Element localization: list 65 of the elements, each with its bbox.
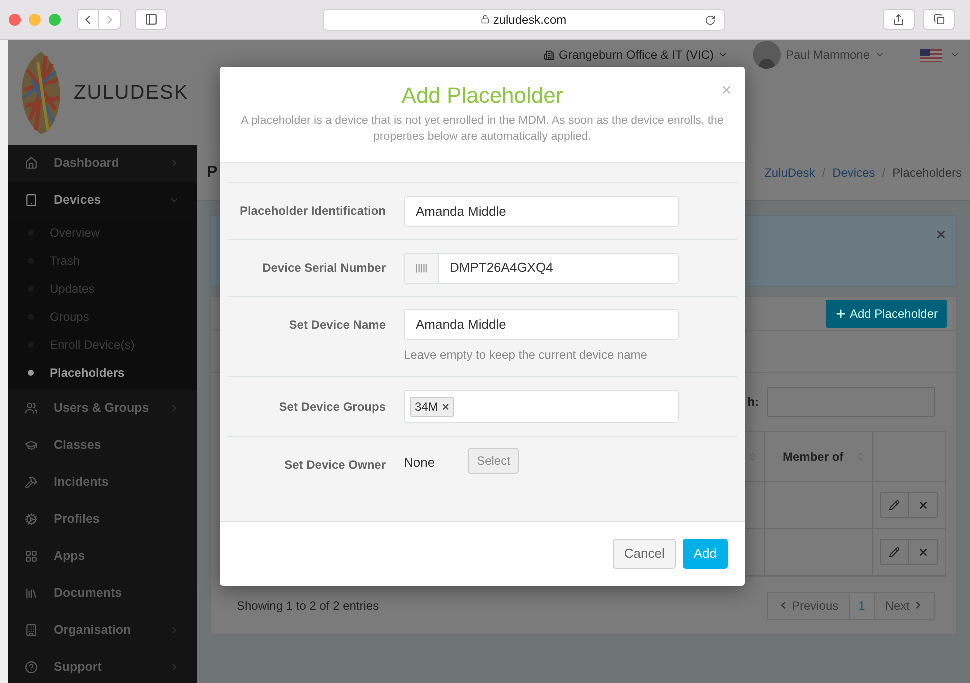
close-button[interactable]: × <box>721 77 732 104</box>
entries-info: Showing 1 to 2 of 2 entries <box>237 598 380 614</box>
sidebar-item[interactable]: Dashboard <box>8 145 197 182</box>
page-title: P <box>207 162 218 182</box>
cancel-button[interactable]: Cancel <box>613 539 676 569</box>
sidebar-item[interactable]: Documents <box>8 575 197 612</box>
tabs-icon <box>934 14 944 25</box>
sidebar-item[interactable]: Devices <box>8 182 197 219</box>
field-label: Set Device Name <box>288 317 387 334</box>
tag-chip: 34M × <box>410 396 454 416</box>
next-button[interactable]: Next <box>875 592 934 618</box>
sidebar-item[interactable]: Users & Groups <box>8 390 197 427</box>
sidebar-icon <box>144 13 158 26</box>
owner-value: None <box>404 454 436 472</box>
building-icon <box>544 50 555 60</box>
add-placeholder-button[interactable]: Add Placeholder <box>826 300 947 328</box>
address-bar[interactable]: zuludesk.com <box>323 8 725 30</box>
lock-icon <box>481 15 490 24</box>
select-button[interactable]: Select <box>468 448 520 474</box>
share-icon <box>893 14 905 26</box>
sidebar-item[interactable]: Incidents <box>8 464 197 501</box>
field-label: Device Serial Number <box>262 260 387 277</box>
barcode-icon <box>415 262 428 274</box>
location-dropdown[interactable]: Grangeburn Office & IT (VIC) <box>544 46 728 64</box>
flag-icon <box>920 48 942 62</box>
sort-icon <box>748 452 758 462</box>
avatar-icon <box>752 41 781 69</box>
modal-title: Add Placeholder <box>402 83 564 109</box>
close-window-icon[interactable] <box>9 14 21 26</box>
reload-icon <box>705 14 716 26</box>
serial-field[interactable]: DMPT26A4GXQ4 <box>404 252 679 284</box>
close-icon <box>918 546 928 558</box>
sidebar-item[interactable]: Support <box>8 649 197 683</box>
field-label: Placeholder Identification <box>238 203 387 220</box>
tabs-button[interactable] <box>923 9 955 30</box>
back-button[interactable] <box>77 9 99 30</box>
sidebar-item[interactable]: Apps <box>8 538 197 575</box>
close-icon <box>918 500 928 510</box>
breadcrumb-separator: / <box>882 164 886 182</box>
close-button[interactable]: × <box>936 228 946 286</box>
breadcrumb-link[interactable]: Devices <box>832 164 876 182</box>
breadcrumb-link[interactable]: ZuluDesk <box>764 164 816 182</box>
sidebar-item[interactable]: Organisation <box>8 612 197 649</box>
modal-description: A placeholder is a device that is not yet enrolled in the MDM. As soon as the device enrolls, the properties below are automatically applied. <box>240 114 725 145</box>
share-button[interactable] <box>883 9 915 30</box>
user-dropdown[interactable]: Paul Mammone <box>752 41 885 69</box>
column-header[interactable]: Member of <box>765 432 873 481</box>
pencil-icon <box>889 546 900 558</box>
add-button[interactable]: Add <box>682 539 728 569</box>
tags-field[interactable]: 34M × <box>404 390 679 423</box>
sidebar-item[interactable]: Profiles <box>8 501 197 538</box>
submenu-item[interactable]: Placeholders <box>8 359 197 387</box>
help-text: Leave empty to keep the current device name <box>404 347 648 364</box>
pencil-icon <box>889 500 900 510</box>
text-field[interactable]: Amanda Middle <box>404 309 679 340</box>
breadcrumb-current: Placeholders <box>892 164 962 182</box>
text-field[interactable]: Amanda Middle <box>404 196 679 226</box>
field-label: Set Device Owner <box>284 457 387 474</box>
sidebar-item[interactable]: Classes <box>8 427 197 464</box>
sidebar-toggle-button[interactable] <box>135 9 167 30</box>
plus-icon <box>834 308 847 320</box>
search-label: h: <box>748 394 759 411</box>
field-label: Set Device Groups <box>278 398 387 416</box>
breadcrumb-separator: / <box>822 164 826 182</box>
logo-text: ZULUDESK <box>74 80 189 106</box>
